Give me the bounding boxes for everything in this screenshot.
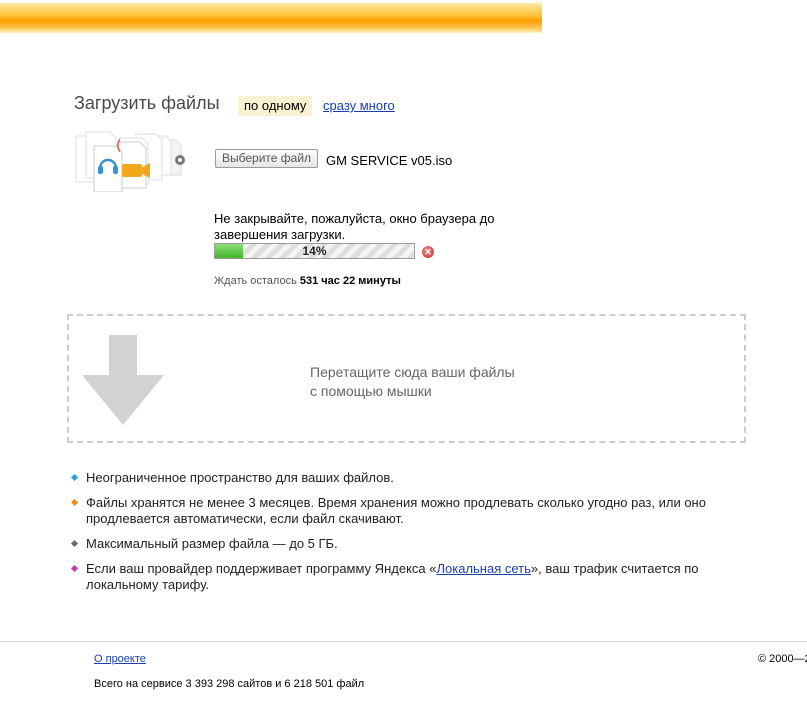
copyright: © 2000—2 [758, 653, 807, 665]
drop-zone-line-2: с помощью мышки [310, 383, 432, 399]
cancel-upload-icon[interactable]: ✕ [422, 246, 434, 258]
local-network-link[interactable]: Локальная сеть [436, 561, 530, 576]
drop-zone[interactable]: Перетащите сюда ваши файлы с помощью мыш… [67, 314, 746, 443]
header-stripe [0, 3, 542, 33]
files-illustration-icon: ( [75, 131, 185, 192]
mode-many-link[interactable]: сразу много [323, 98, 395, 113]
video-camera-icon [122, 163, 150, 178]
time-remaining-label: Ждать осталось [214, 275, 297, 287]
feature-text-before: Если ваш провайдер поддерживает программ… [86, 561, 437, 576]
feature-list: Неограниченное пространство для ваших фа… [70, 470, 732, 602]
feature-text: Максимальный размер файла — до 5 ГБ. [86, 536, 338, 551]
gear-icon [175, 155, 185, 165]
feature-item: Неограниченное пространство для ваших фа… [70, 470, 732, 486]
service-stats: Всего на сервисе 3 393 298 сайтов и 6 21… [94, 678, 365, 690]
selected-file-name: GM SERVICE v05.iso [326, 153, 453, 168]
down-arrow-icon [82, 335, 164, 425]
feature-text: Неограниченное пространство для ваших фа… [86, 470, 394, 485]
page-title: Загрузить файлы [74, 93, 220, 113]
footer-divider [0, 641, 807, 642]
progress-label: 14% [302, 244, 327, 258]
feature-item: Файлы хранятся не менее 3 месяцев. Время… [70, 495, 732, 527]
upload-warning: Не закрывайте, пожалуйста, окно браузера… [214, 211, 495, 242]
about-project-link[interactable]: О проекте [94, 653, 146, 665]
file-stack-icon: ( [75, 131, 182, 192]
svg-text:(: ( [116, 138, 121, 154]
feature-item: Максимальный размер файла — до 5 ГБ. [70, 536, 732, 552]
diamond-bullet-icon [70, 539, 79, 548]
diamond-bullet-icon [70, 498, 79, 507]
time-remaining-value: 531 час 22 минуты [299, 275, 401, 287]
choose-file-button[interactable]: Выберите файл [215, 149, 319, 168]
drop-zone-line-1: Перетащите сюда ваши файлы [310, 364, 515, 380]
time-remaining: Ждать осталось 531 час 22 минуты [214, 275, 401, 287]
feature-text: Файлы хранятся не менее 3 месяцев. Время… [86, 495, 706, 526]
diamond-bullet-icon [70, 473, 79, 482]
feature-item: Если ваш провайдер поддерживает программ… [70, 561, 732, 593]
upload-progress-bar: 14% [214, 243, 415, 259]
mode-one-tab[interactable]: по одному [238, 96, 313, 116]
drop-zone-text: Перетащите сюда ваши файлы с помощью мыш… [310, 363, 515, 401]
diamond-bullet-icon [70, 564, 79, 573]
